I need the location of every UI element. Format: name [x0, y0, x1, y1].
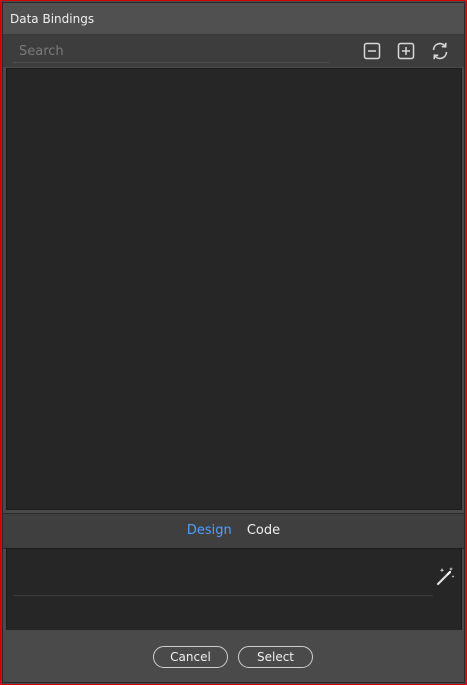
select-button[interactable]: Select [238, 646, 313, 668]
refresh-icon[interactable] [430, 41, 450, 61]
title-bar[interactable]: Data Bindings [3, 3, 464, 35]
search-input[interactable] [13, 41, 329, 63]
data-bindings-dialog: Data Bindings Search Design Code Cancel … [0, 0, 467, 685]
magic-wand-icon[interactable] [435, 565, 457, 587]
dialog-footer: Cancel Select [3, 630, 464, 682]
collapse-all-icon[interactable] [363, 42, 381, 60]
tab-code[interactable]: Code [242, 523, 285, 539]
expand-all-icon[interactable] [397, 42, 415, 60]
dialog-body: Data Bindings Search Design Code Cancel … [2, 2, 465, 683]
dialog-title: Data Bindings [10, 12, 95, 26]
tab-design[interactable]: Design [182, 523, 237, 539]
bindings-tree-panel[interactable] [6, 68, 462, 510]
expression-underline [13, 595, 433, 596]
view-tabs: Design Code [3, 513, 464, 549]
binding-expression-editor[interactable] [6, 548, 462, 633]
cancel-button[interactable]: Cancel [153, 646, 228, 668]
toolbar [3, 35, 464, 67]
